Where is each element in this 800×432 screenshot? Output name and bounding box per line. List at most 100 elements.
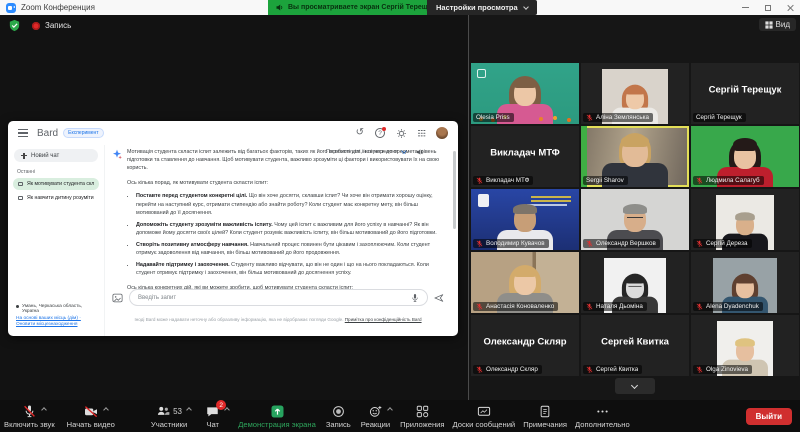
- scrollbar-thumb[interactable]: [453, 151, 456, 229]
- participant-name-label: Сергій Дереза: [693, 239, 752, 248]
- chevron-up-icon[interactable]: [387, 407, 393, 413]
- participant-name-label: Сергей Квитка: [583, 365, 643, 374]
- participant-name-label: Олександр Вершков: [583, 239, 660, 248]
- view-options-button[interactable]: Настройки просмотра: [427, 0, 537, 15]
- participant-gallery: Olesia Priss Аліна Землянська Сергій Тер…: [469, 15, 800, 400]
- participant-tile[interactable]: Сергій Терещук Сергій Терещук: [691, 63, 799, 124]
- send-icon[interactable]: [434, 293, 444, 303]
- chevron-up-icon[interactable]: [186, 407, 192, 413]
- chevron-up-icon[interactable]: [40, 407, 47, 413]
- participant-tile-active-speaker[interactable]: Sergii Sharov: [581, 126, 689, 187]
- participant-tile[interactable]: Олександр Скляр Олександр Скляр: [471, 315, 579, 376]
- plus-icon: [21, 152, 27, 159]
- zoom-meeting-window: Zoom Конференция Вы просматриваете экран…: [0, 0, 800, 432]
- participant-tile[interactable]: Alena Dyadenchuk: [691, 252, 799, 313]
- muted-mic-icon: [586, 114, 593, 121]
- mic-muted-icon: [23, 405, 35, 417]
- new-chat-button[interactable]: Новий чат: [14, 149, 98, 162]
- meeting-toolbar: Включить звук Начать видео 53 Участники …: [0, 400, 800, 432]
- chat-history-item[interactable]: Як навчити дитину розуміти др...: [13, 192, 99, 204]
- recording-indicator-icon[interactable]: [32, 21, 40, 30]
- participant-tile[interactable]: Аліна Землянська: [581, 63, 689, 124]
- bard-disclaimer: Іноді Bard може надавати неточну або обр…: [134, 316, 422, 322]
- participants-button[interactable]: 53 Участники: [151, 403, 192, 429]
- update-location-link[interactable]: На основі ваших місць (дім) · Оновити мі…: [16, 316, 100, 329]
- chat-history-item-selected[interactable]: Як мотивувати студента скла...: [13, 178, 99, 190]
- participant-name-label: Володимир Кувачов: [473, 239, 549, 248]
- leave-meeting-button[interactable]: Выйти: [745, 407, 792, 425]
- participant-tile[interactable]: Сергій Дереза: [691, 189, 799, 250]
- start-video-button[interactable]: Начать видео: [67, 403, 115, 429]
- shared-screen-area: Bard Експеримент ↺ ? Переглянути інші че…: [0, 15, 468, 400]
- participant-name-label: Olesia Priss: [473, 113, 514, 122]
- record-button[interactable]: Запись: [326, 403, 351, 429]
- participant-name-label: Сергій Терещук: [693, 113, 746, 122]
- help-icon[interactable]: ?: [375, 127, 386, 138]
- settings-gear-icon[interactable]: [396, 128, 407, 139]
- more-button[interactable]: Дополнительно: [575, 403, 630, 429]
- participant-display-name: Викладач МТФ: [490, 147, 560, 159]
- participant-name-label: Олександр Скляр: [473, 365, 542, 374]
- participant-tile[interactable]: Наталя Дьоміна: [581, 252, 689, 313]
- privacy-notice-link[interactable]: Примітка про конфіденційність Bard: [345, 317, 422, 322]
- location-pin-icon: [16, 304, 19, 308]
- minimize-button[interactable]: [742, 6, 749, 9]
- reactions-button[interactable]: Реакции: [361, 403, 393, 429]
- participant-tile[interactable]: Викладач МТФ Викладач МТФ: [471, 126, 579, 187]
- participant-display-name: Сергей Квитка: [601, 336, 669, 348]
- participant-tile[interactable]: Олександр Вершков: [581, 189, 689, 250]
- bard-sidebar: Новий чат Останні Як мотивувати студента…: [8, 145, 105, 336]
- maximize-button[interactable]: [765, 4, 771, 11]
- reactions-icon: [369, 405, 382, 417]
- speaker-icon: [276, 4, 283, 11]
- participant-display-name: Олександр Скляр: [483, 336, 567, 348]
- participant-tile[interactable]: Людмила Салагуб: [691, 126, 799, 187]
- screen-share-banner-text: Вы просматриваете экран Сергій Терещук: [288, 4, 436, 11]
- prompt-placeholder: Введіть запит: [138, 294, 177, 301]
- apps-button[interactable]: Приложения: [400, 403, 445, 429]
- response-bullet: Створіть позитивну атмосферу навчання. Н…: [136, 241, 442, 257]
- location-info: Умань, Черкаська область, Україна На осн…: [16, 304, 100, 329]
- response-tips-lead: Ось кілька порад, як мотивувати студента…: [127, 180, 269, 187]
- menu-icon[interactable]: [18, 129, 28, 137]
- response-bullet: Допоможіть студенту зрозуміти важливість…: [136, 221, 442, 237]
- participant-name-label: Аліна Землянська: [583, 113, 654, 122]
- muted-mic-icon: [586, 303, 593, 310]
- share-screen-button[interactable]: Демонстрация экрана: [238, 403, 316, 429]
- upload-image-icon[interactable]: [112, 293, 123, 303]
- muted-mic-icon: [696, 177, 703, 184]
- security-shield-icon[interactable]: [8, 19, 21, 32]
- window-title: Zoom Конференция: [21, 3, 95, 12]
- recent-label: Останні: [17, 169, 36, 175]
- chevron-up-icon[interactable]: [102, 407, 109, 413]
- prompt-input[interactable]: Введіть запит: [129, 289, 428, 306]
- apps-grid-icon[interactable]: [418, 129, 425, 137]
- user-avatar[interactable]: [436, 127, 448, 139]
- chat-bubble-icon: [18, 196, 23, 200]
- voice-input-icon[interactable]: [411, 293, 419, 303]
- whiteboards-button[interactable]: Доски сообщений: [453, 403, 515, 429]
- participant-name-label: Наталя Дьоміна: [583, 302, 647, 311]
- close-button[interactable]: [787, 4, 794, 11]
- chat-button[interactable]: 2 Чат: [205, 400, 231, 429]
- participant-tile[interactable]: Olesia Priss: [471, 63, 579, 124]
- chevron-up-icon[interactable]: [224, 407, 231, 413]
- history-icon[interactable]: ↺: [356, 128, 364, 138]
- participant-tile[interactable]: Olga Zinovieva: [691, 315, 799, 376]
- muted-mic-icon: [696, 366, 703, 373]
- unmute-button[interactable]: Включить звук: [4, 403, 55, 429]
- response-bullet: Надавайте підтримку і заохочення. Студен…: [136, 261, 442, 277]
- notification-dot: [382, 127, 386, 131]
- bard-response: Мотивація студента скласти іспит залежит…: [112, 148, 442, 293]
- view-layout-button[interactable]: Вид: [758, 18, 796, 31]
- participant-tile[interactable]: Володимир Кувачов: [471, 189, 579, 250]
- whiteboard-icon: [477, 406, 490, 416]
- notes-button[interactable]: Примечания: [523, 403, 567, 429]
- notes-icon: [540, 405, 550, 417]
- participant-tile[interactable]: Сергей Квитка Сергей Квитка: [581, 315, 689, 376]
- camera-muted-icon: [84, 405, 97, 417]
- participant-tile[interactable]: Анастасія Коноваленко: [471, 252, 579, 313]
- more-participants-button[interactable]: [614, 378, 655, 394]
- participant-display-name: Сергій Терещук: [708, 84, 782, 96]
- apps-icon: [416, 405, 428, 417]
